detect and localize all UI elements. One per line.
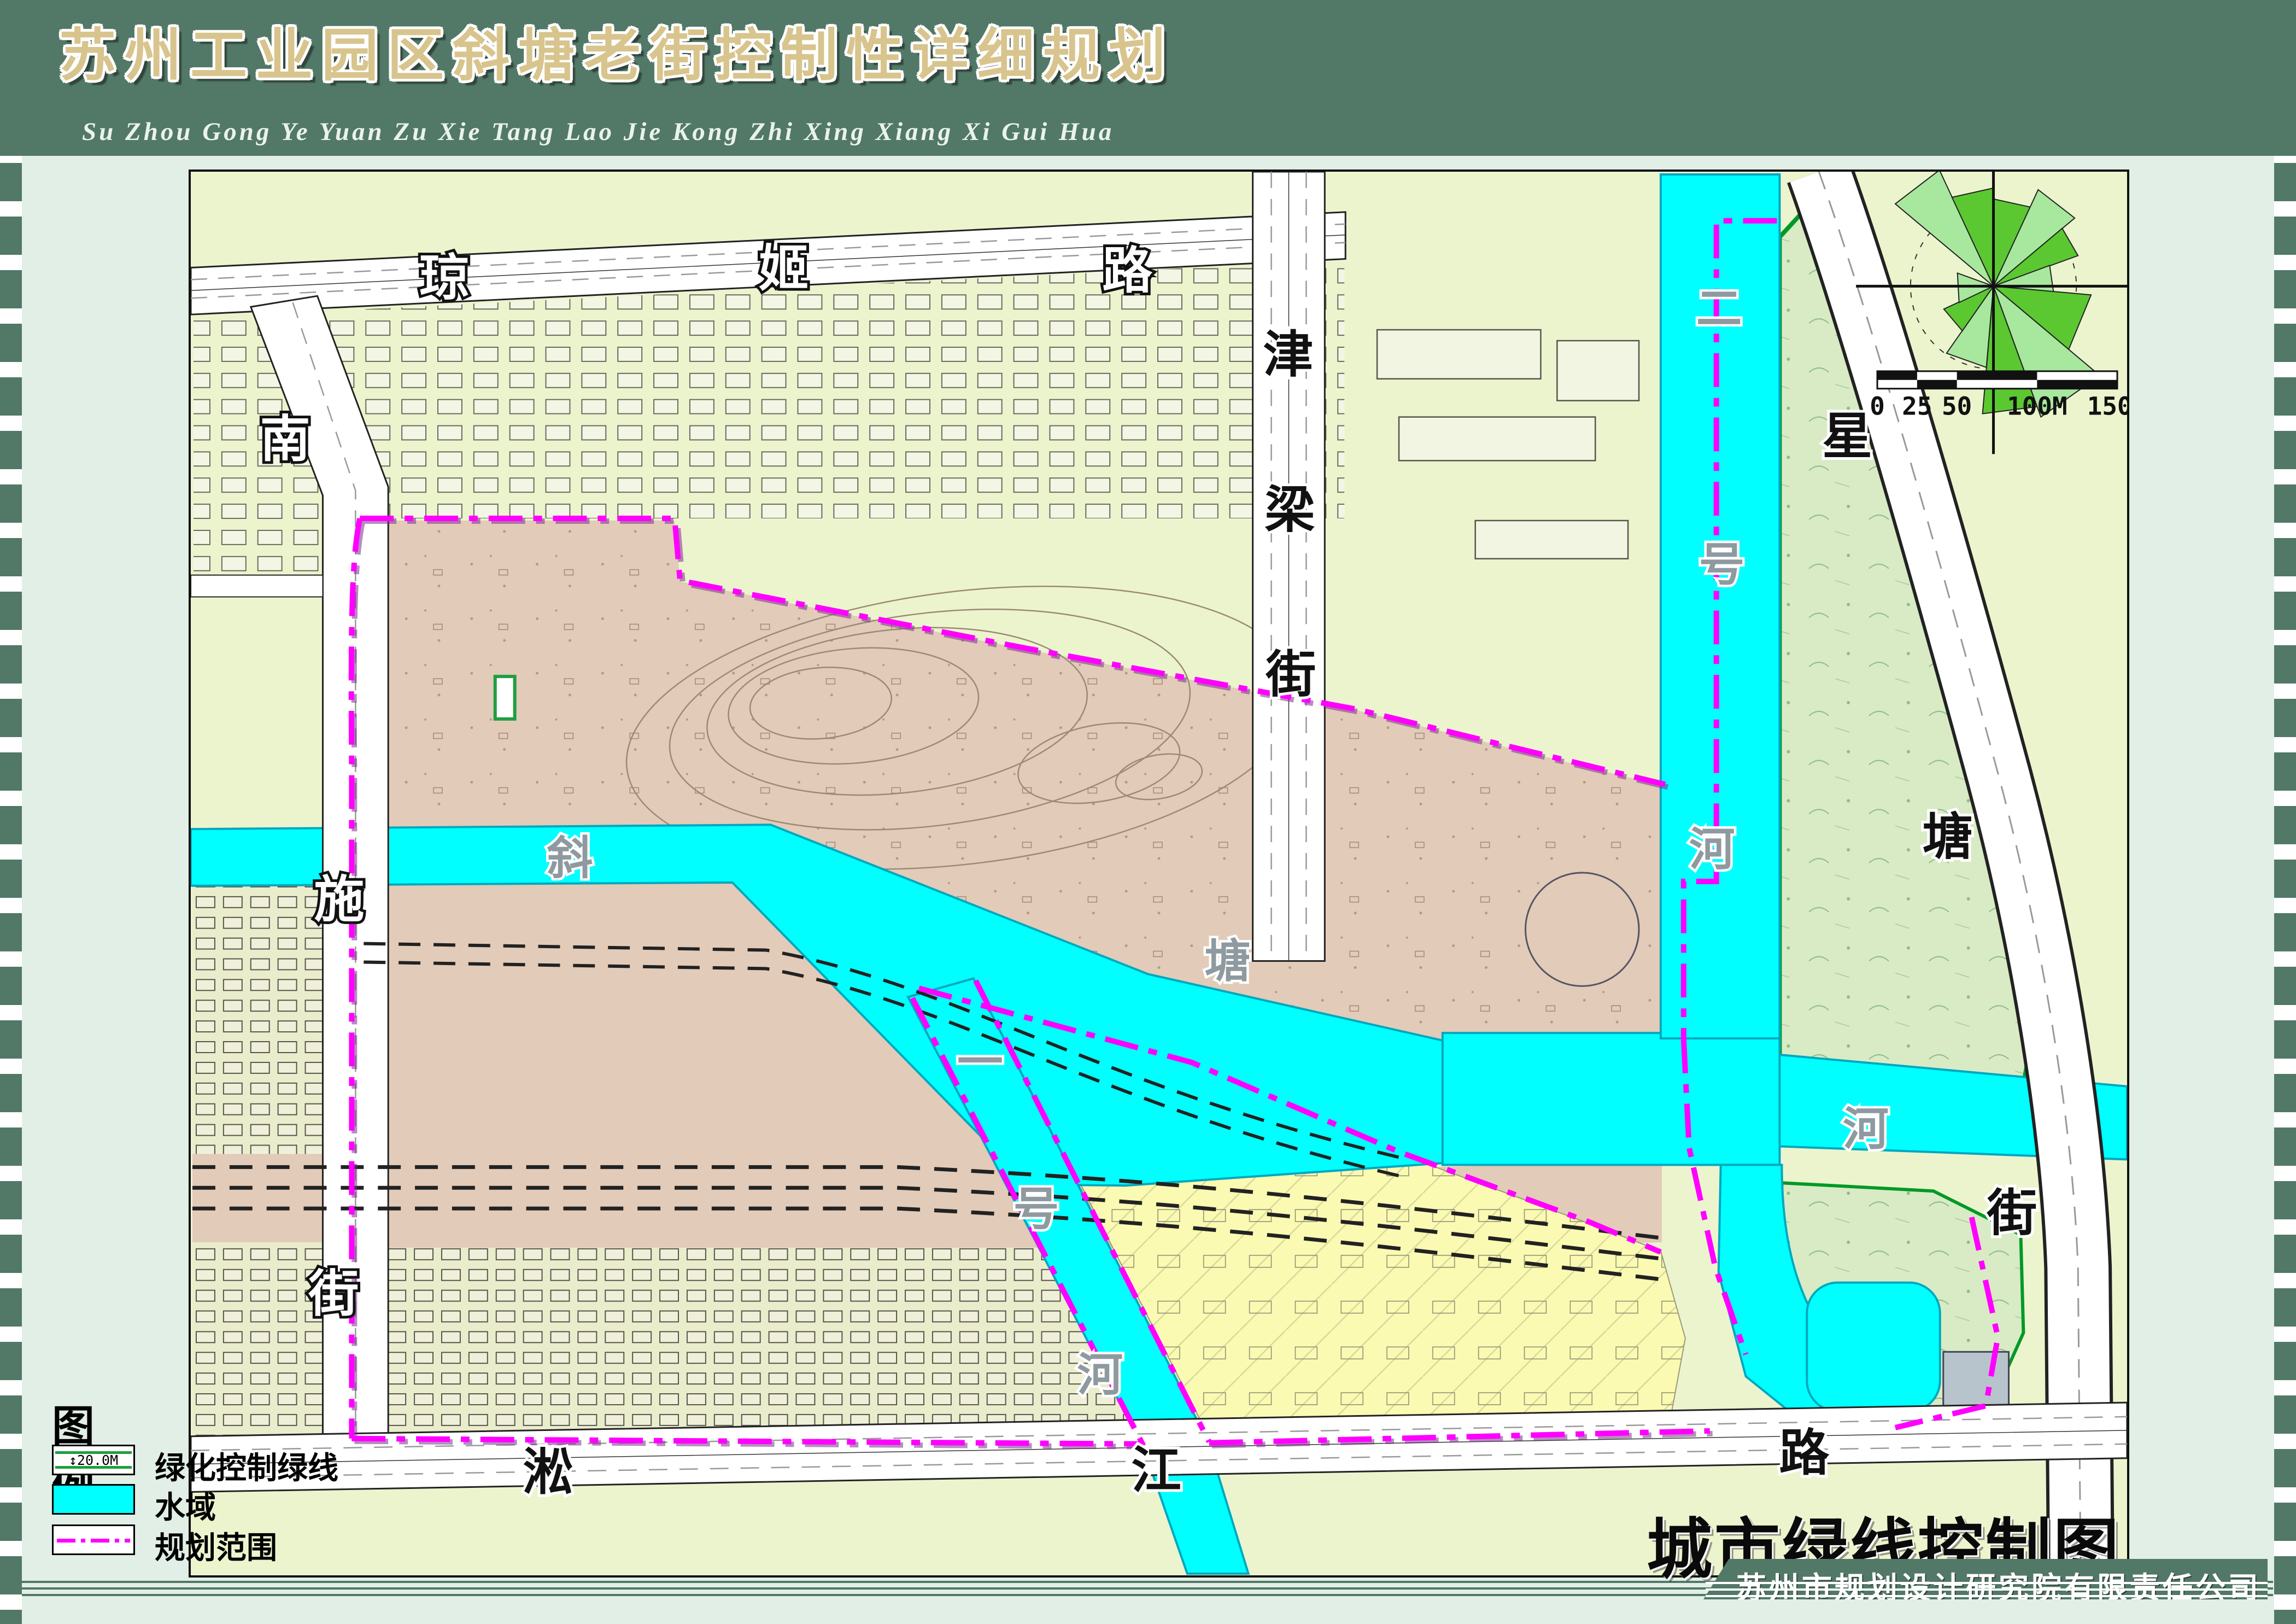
river-label-xietang-1: 斜 [547, 832, 593, 884]
banner-line [1706, 1582, 2268, 1584]
legend-symbol-boundary [52, 1524, 135, 1555]
header-band: 苏州工业园区斜塘老街控制性详细规划 Su Zhou Gong Ye Yuan Z… [0, 0, 2296, 156]
road-label-nanshi-1: 南 [260, 411, 311, 467]
river-label-no1-3: 河 [1077, 1349, 1123, 1400]
river-label-no1-1: 一 [957, 1036, 1003, 1088]
road-label-songjiang-3: 路 [1779, 1426, 1829, 1481]
river-label-no2-3: 河 [1689, 823, 1735, 875]
river-label-no2-1: 二 [1696, 283, 1742, 334]
road-label-jinliang-1: 津 [1263, 327, 1314, 383]
river-label-no2-2: 号 [1699, 539, 1745, 591]
road-label-xingtang-1: 星 [1822, 408, 1872, 464]
film-strip-right [2274, 156, 2296, 1624]
scale-tick: 25 [1902, 392, 1932, 421]
sheet-title: 苏州工业园区斜塘老街控制性详细规划 [59, 9, 1174, 91]
scale-tick: 50 [1942, 392, 1972, 421]
road-label-qiongji-3: 路 [1102, 243, 1152, 299]
river-label-xietang-3: 河 [1843, 1103, 1889, 1154]
river-junction [1443, 1033, 1780, 1165]
legend-dimension: ↕20.0M [54, 1452, 133, 1468]
plan-map: N 0 25 50 100M 150M 琼 姬 路 南 施 街 津 梁 街 二 [191, 172, 2127, 1575]
river-label-xietang-2: 塘 [1205, 935, 1251, 986]
legend-symbol-green-line: ↕20.0M [52, 1445, 135, 1475]
plan-sheet: 苏州工业园区斜塘老街控制性详细规划 Su Zhou Gong Ye Yuan Z… [0, 0, 2296, 1624]
river-island [1525, 873, 1639, 986]
legend-symbol-water [52, 1484, 135, 1515]
road-label-xingtang-2: 塘 [1923, 809, 1973, 865]
park-building [1943, 1352, 2009, 1409]
sheet-subtitle-pinyin: Su Zhou Gong Ye Yuan Zu Xie Tang Lao Jie… [82, 117, 1114, 147]
road-label-nanshi-3: 街 [308, 1266, 359, 1322]
legend-label-green-line: 绿化控制绿线 [155, 1444, 338, 1488]
road-label-nanshi-2: 施 [314, 872, 364, 928]
scale-tick: 100M [2007, 392, 2067, 421]
banner-line [1706, 1595, 2268, 1597]
banner-line [1706, 1588, 2268, 1591]
map-canvas: N 0 25 50 100M 150M 琼 姬 路 南 施 街 津 梁 街 二 [189, 170, 2129, 1578]
legend-label-boundary: 规划范围 [155, 1523, 277, 1568]
arrow-updown-icon: ↕ [69, 1452, 77, 1468]
legend-label-water: 水域 [155, 1483, 216, 1527]
road-label-songjiang-2: 江 [1131, 1443, 1181, 1499]
road-label-jinliang-2: 梁 [1265, 482, 1315, 538]
road-west-spur [191, 575, 323, 597]
park-pond [1807, 1283, 1940, 1411]
green-line-sample [495, 676, 515, 719]
road-label-xingtang-3: 街 [1987, 1185, 2037, 1241]
river-label-no1-2: 号 [1014, 1183, 1059, 1235]
company-banner: 苏州市规划设计研究院有限责任公司 [1703, 1559, 2268, 1599]
road-label-jinliang-3: 街 [1266, 647, 1316, 703]
film-strip-left [0, 156, 22, 1624]
road-label-songjiang-1: 淞 [523, 1445, 573, 1500]
road-label-qiongji-2: 姬 [759, 241, 809, 296]
scale-tick: 150M [2087, 392, 2127, 421]
road-label-qiongji-1: 琼 [419, 250, 470, 306]
